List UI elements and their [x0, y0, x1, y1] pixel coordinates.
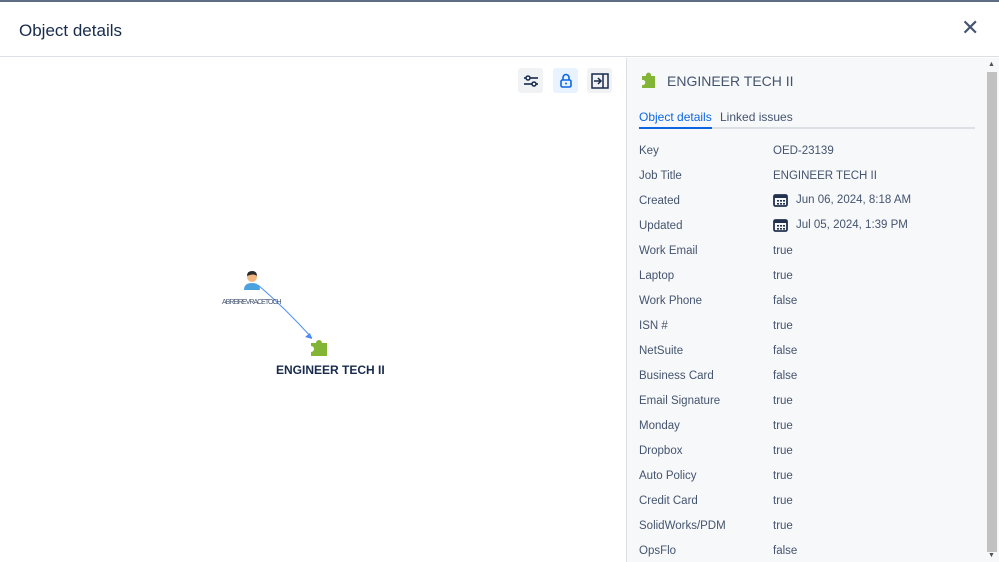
field-value-text: true: [773, 520, 793, 532]
graph-canvas[interactable]: ABREIREVRACETOCH ENGINEER TECH II: [0, 58, 626, 562]
tab-linked-issues[interactable]: Linked issues: [720, 110, 793, 124]
field-value-text: true: [773, 420, 793, 432]
field-label: Monday: [639, 420, 680, 432]
field-value: ENGINEER TECH II: [773, 170, 877, 182]
field-label: Credit Card: [639, 495, 698, 507]
field-label: Laptop: [639, 270, 675, 282]
scroll-up-arrow[interactable]: ▲: [988, 61, 995, 68]
relationship-edge: [257, 284, 313, 339]
field-value-text: true: [773, 470, 793, 482]
field-label: Work Email: [639, 245, 698, 257]
field-value: true: [773, 270, 793, 282]
panel-tabs: Object details Linked issues: [639, 110, 975, 129]
calendar-icon: [773, 219, 788, 232]
field-label: Key: [639, 145, 659, 157]
field-label: ISN #: [639, 320, 668, 332]
field-label: SolidWorks/PDM: [639, 520, 726, 532]
field-value-text: OED-23139: [773, 145, 834, 157]
scroll-down-arrow[interactable]: ▼: [988, 552, 995, 559]
field-label: Work Phone: [639, 295, 703, 307]
field-value: true: [773, 245, 793, 257]
target-node-label[interactable]: ENGINEER TECH II: [276, 363, 385, 377]
field-value: false: [773, 370, 797, 382]
object-title: ENGINEER TECH II: [667, 73, 794, 89]
field-value: true: [773, 420, 793, 432]
field-label: Auto Policy: [639, 470, 697, 482]
field-value-text: true: [773, 495, 793, 507]
field-value: OED-23139: [773, 145, 834, 157]
field-value: Jul 05, 2024, 1:39 PM: [773, 218, 908, 232]
field-value: true: [773, 320, 793, 332]
field-label: Updated: [639, 220, 683, 232]
puzzle-object-icon: [642, 72, 655, 88]
field-value-text: Jun 06, 2024, 8:18 AM: [796, 194, 912, 206]
field-label: Job Title: [639, 170, 682, 182]
field-value-text: false: [773, 295, 798, 307]
field-value: true: [773, 495, 793, 507]
field-value-text: true: [773, 395, 793, 407]
field-value: Jun 06, 2024, 8:18 AM: [773, 193, 911, 207]
tab-object-details[interactable]: Object details: [639, 110, 712, 129]
close-icon[interactable]: ✕: [961, 17, 979, 39]
scrollbar[interactable]: [987, 72, 997, 552]
source-node-label: ABREIREVRACETOCH: [222, 299, 282, 306]
field-label: OpsFlo: [639, 545, 677, 557]
field-label: Created: [639, 195, 680, 207]
puzzle-object-icon[interactable]: [310, 338, 329, 358]
dialog-header: Object details ✕: [0, 2, 999, 57]
field-value-text: ENGINEER TECH II: [773, 170, 877, 182]
field-value: false: [773, 295, 797, 307]
field-label: NetSuite: [639, 345, 684, 357]
field-value: true: [773, 470, 793, 482]
field-value-text: true: [773, 270, 793, 282]
object-details-panel: ENGINEER TECH II Object details Linked i…: [626, 58, 999, 562]
field-value: true: [773, 445, 793, 457]
field-value-text: false: [773, 345, 798, 357]
field-value-text: true: [773, 245, 793, 257]
field-value-text: false: [773, 370, 798, 382]
dialog-title: Object details: [19, 21, 122, 40]
field-label: Dropbox: [639, 445, 683, 457]
field-value: false: [773, 345, 797, 357]
field-value: true: [773, 395, 793, 407]
calendar-icon: [773, 194, 788, 207]
field-value-text: true: [773, 320, 793, 332]
field-value-text: Jul 05, 2024, 1:39 PM: [796, 219, 908, 231]
field-label: Business Card: [639, 370, 714, 382]
person-icon[interactable]: [242, 270, 262, 290]
field-label: Email Signature: [639, 395, 721, 407]
field-value: false: [773, 545, 797, 557]
graph-edges: [257, 284, 313, 339]
field-value-text: true: [773, 445, 793, 457]
field-value: true: [773, 520, 793, 532]
field-value-text: false: [773, 545, 798, 557]
